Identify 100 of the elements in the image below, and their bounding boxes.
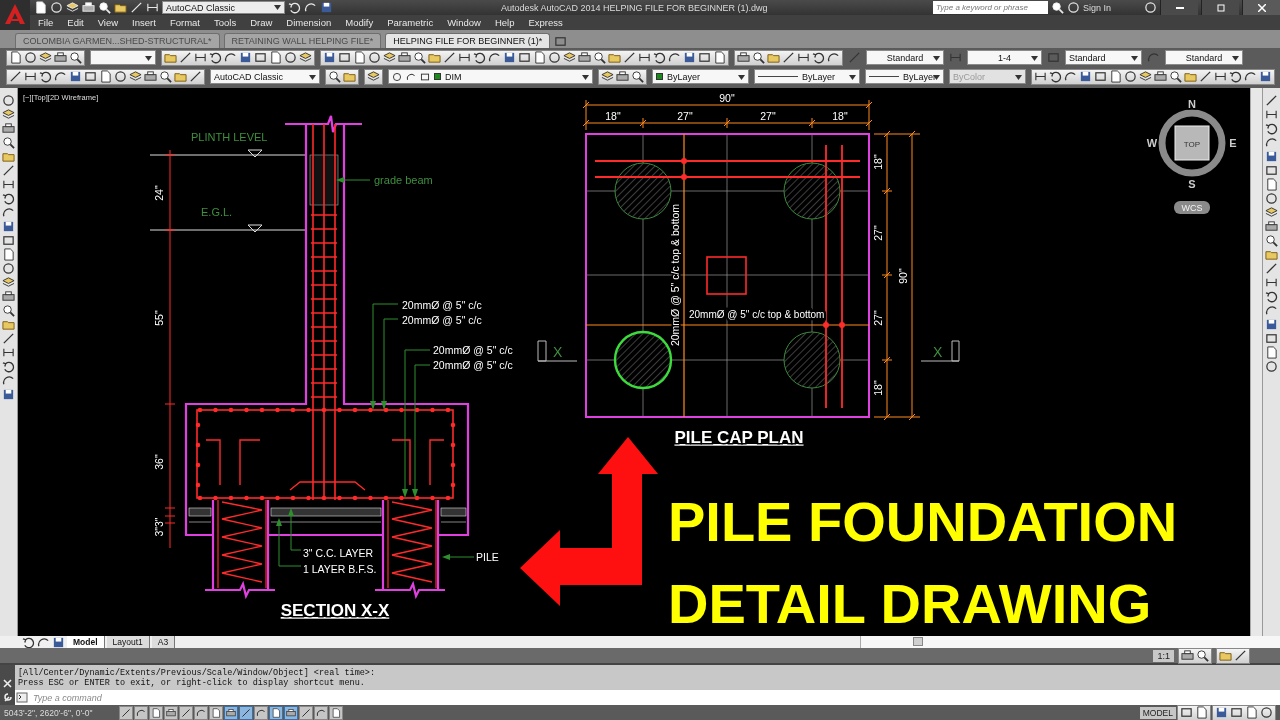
color-dropdown[interactable]: ByLayer (652, 69, 749, 84)
circle-icon[interactable] (1265, 192, 1278, 205)
layer-icon[interactable] (601, 70, 614, 83)
zoom-icon[interactable] (69, 51, 82, 64)
wrench-icon[interactable] (2, 692, 13, 702)
zoom-icon[interactable] (1050, 1, 1064, 14)
linetype-dropdown[interactable]: ByLayer (754, 69, 860, 84)
horizontal-scrollbar[interactable] (860, 636, 1280, 648)
undo-icon[interactable] (22, 635, 35, 649)
save-icon[interactable] (2, 220, 15, 233)
menu-item[interactable]: Draw (250, 17, 273, 28)
layout-tab[interactable]: Layout1 (106, 636, 150, 648)
rectangle-icon[interactable] (254, 51, 267, 64)
menu-item[interactable]: File (38, 17, 54, 28)
layer-icon[interactable] (129, 70, 142, 83)
save-icon[interactable] (239, 51, 252, 64)
vertical-scrollbar[interactable] (1250, 88, 1262, 636)
zoom-icon[interactable] (2, 304, 15, 317)
file-tab[interactable]: HELPING FILE FOR BEGINNER (1)* (385, 33, 551, 48)
save-icon[interactable] (323, 51, 336, 64)
undo-icon[interactable] (1265, 122, 1278, 135)
rectangle-icon[interactable] (1265, 164, 1278, 177)
zoom-icon[interactable] (752, 51, 765, 64)
layer-icon[interactable] (2, 108, 15, 121)
arc-icon[interactable] (54, 70, 67, 83)
save-icon[interactable] (1215, 706, 1228, 719)
layer-icon[interactable] (563, 51, 576, 64)
arc-icon[interactable] (488, 51, 501, 64)
arc-icon[interactable] (406, 71, 416, 82)
undo-icon[interactable] (1229, 70, 1242, 83)
undo-icon[interactable] (39, 70, 52, 83)
arc-icon[interactable] (668, 51, 681, 64)
rectangle-icon[interactable] (518, 51, 531, 64)
lineweight-dropdown[interactable]: ByLayer (865, 69, 944, 84)
printer-icon[interactable] (82, 1, 95, 14)
menu-item[interactable]: Window (447, 17, 481, 28)
dimension-icon[interactable] (1214, 70, 1227, 83)
printer-icon[interactable] (1265, 220, 1278, 233)
line-icon[interactable] (443, 51, 456, 64)
close-button[interactable] (1242, 0, 1280, 15)
printer-icon[interactable] (398, 51, 411, 64)
document-icon[interactable] (713, 51, 726, 64)
table-style-dropdown[interactable]: Standard (1065, 50, 1142, 65)
save-icon[interactable] (503, 51, 516, 64)
circle-icon[interactable] (368, 51, 381, 64)
arc-icon[interactable] (37, 635, 50, 649)
layer-icon[interactable] (66, 1, 79, 14)
compass-label[interactable]: W (1146, 137, 1158, 149)
rectangle-icon[interactable] (420, 71, 430, 82)
undo-icon[interactable] (1265, 290, 1278, 303)
circle-icon[interactable] (1066, 1, 1080, 14)
circle-icon[interactable] (114, 70, 127, 83)
text-style-dropdown[interactable]: Standard (866, 50, 944, 65)
document-icon[interactable] (269, 51, 282, 64)
arc-icon[interactable] (1265, 304, 1278, 317)
document-icon[interactable] (1109, 70, 1122, 83)
circle-icon[interactable] (284, 51, 297, 64)
document-icon[interactable] (353, 51, 366, 64)
printer-icon[interactable] (616, 70, 629, 83)
circle-icon[interactable] (24, 51, 37, 64)
dimension-icon[interactable] (1265, 108, 1278, 121)
layer-icon[interactable] (2, 276, 15, 289)
document-icon[interactable] (99, 70, 112, 83)
folder-icon[interactable] (767, 51, 780, 64)
line-icon[interactable] (623, 51, 636, 64)
undo-icon[interactable] (473, 51, 486, 64)
layout-tab[interactable]: Model (67, 636, 105, 648)
zoom-icon[interactable] (1265, 234, 1278, 247)
dimension-icon[interactable] (1034, 70, 1047, 83)
menu-item[interactable]: Help (494, 17, 515, 28)
undo-icon[interactable] (812, 51, 825, 64)
save-icon[interactable] (1079, 70, 1092, 83)
arc-icon[interactable] (2, 374, 15, 387)
workspace-dropdown[interactable]: AutoCAD Classic (162, 1, 285, 14)
dimension-icon[interactable] (638, 51, 651, 64)
minimize-button[interactable] (1160, 0, 1198, 15)
folder-icon[interactable] (343, 70, 356, 83)
dimension-icon[interactable] (458, 51, 471, 64)
viewcube-face[interactable]: TOP (1174, 125, 1210, 161)
rectangle-icon[interactable] (1230, 706, 1243, 719)
compass-ring[interactable] (1158, 109, 1226, 177)
space-mode-button[interactable]: MODEL (1139, 706, 1176, 719)
circle-icon[interactable] (1265, 360, 1278, 373)
menu-item[interactable]: Insert (132, 17, 156, 28)
sign-in-link[interactable]: Sign In (1082, 2, 1111, 13)
rectangle-icon[interactable] (1094, 70, 1107, 83)
zoom-icon[interactable] (2, 136, 15, 149)
circle-icon[interactable] (392, 71, 402, 82)
document-icon[interactable] (9, 51, 22, 64)
dimension-icon[interactable] (1265, 276, 1278, 289)
printer-icon[interactable] (737, 51, 750, 64)
arc-icon[interactable] (827, 51, 840, 64)
zoom-icon[interactable] (1169, 70, 1182, 83)
undo-icon[interactable] (2, 360, 15, 373)
dimension-icon[interactable] (146, 1, 159, 14)
layout-tab[interactable]: A3 (151, 636, 176, 648)
save-icon[interactable] (1259, 70, 1272, 83)
file-tab[interactable]: COLOMBIA GARMEN...SHED-STRUCTURAL* (15, 33, 220, 48)
menu-item[interactable]: Format (169, 17, 200, 28)
zoom-icon[interactable] (98, 1, 111, 14)
